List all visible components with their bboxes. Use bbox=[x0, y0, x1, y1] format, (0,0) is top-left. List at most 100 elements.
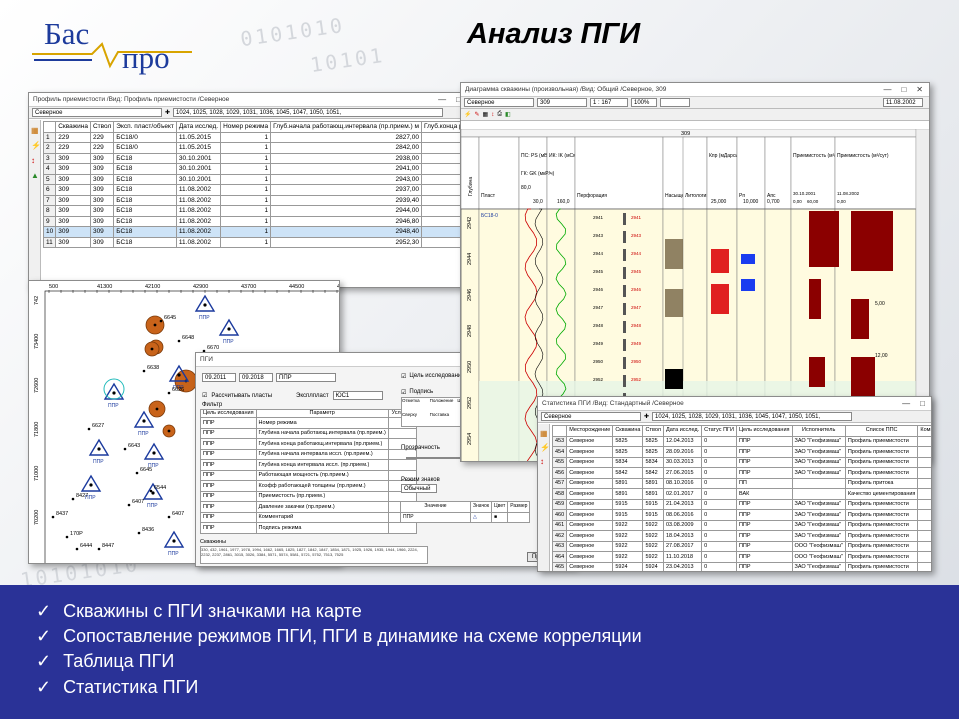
column-header[interactable]: Дата исслед. bbox=[175, 121, 222, 133]
maximize-button[interactable]: □ bbox=[901, 85, 906, 94]
table-row[interactable]: ППР Приемистость (пр.прием.) bbox=[200, 490, 417, 502]
mode-select[interactable]: Обычный bbox=[401, 484, 437, 493]
filter-icon[interactable]: ⚡ bbox=[31, 141, 41, 150]
table-row[interactable]: 11309309БС1811.08.200212952,302954,3013,… bbox=[42, 236, 467, 248]
chart-icon[interactable]: ▲ bbox=[31, 171, 39, 180]
pick-wells-icon[interactable]: ✚ bbox=[644, 413, 649, 420]
minimize-button[interactable]: — bbox=[438, 95, 446, 104]
table-row[interactable]: 456 Северное 5842 5842 27.06.2015 0 ППР ЗАО "Ге… bbox=[551, 467, 931, 479]
table-row[interactable]: ППР Номер режима bbox=[200, 417, 417, 429]
value-cell[interactable]: ППР bbox=[400, 511, 471, 523]
column-header[interactable]: Список ППС bbox=[844, 425, 919, 437]
column-header[interactable]: Параметр bbox=[255, 409, 389, 418]
well-select[interactable]: 309 bbox=[537, 98, 587, 107]
table-row[interactable]: 464 Северное 5922 5922 11.10.2018 0 ППР ООО "Ге… bbox=[551, 551, 931, 563]
color-swatch[interactable]: ■ bbox=[491, 511, 509, 523]
column-header[interactable]: Дата исслед. bbox=[662, 425, 703, 437]
layers-icon[interactable]: ◧ bbox=[505, 111, 511, 118]
table-row[interactable]: 7309309БС1811.08.200212939,402943,5027,0… bbox=[42, 194, 467, 206]
filter-icon[interactable]: ⚡ bbox=[464, 111, 471, 118]
table-row[interactable]: ППР Глубина конца интервала иссл. (пр.при… bbox=[200, 459, 417, 471]
edit-icon[interactable]: ✎ bbox=[474, 111, 479, 118]
column-header[interactable]: Месторождение bbox=[566, 425, 614, 437]
field-select[interactable]: Северное bbox=[464, 98, 534, 107]
table-icon[interactable]: ▦ bbox=[31, 126, 39, 135]
sort-icon[interactable]: ↕ bbox=[540, 457, 547, 466]
table-row[interactable]: 465 Северное 5924 5924 23.04.2013 0 ППР ЗАО "Ге… bbox=[551, 561, 931, 571]
research-checkbox[interactable]: ☑ bbox=[401, 373, 406, 380]
table-row[interactable]: 461 Северное 5922 5922 03.08.2009 0 ППР ЗАО "Ге… bbox=[551, 519, 931, 531]
pick-wells-icon[interactable]: ✚ bbox=[165, 109, 170, 116]
filter-icon[interactable]: ⚡ bbox=[540, 443, 550, 452]
table-row[interactable]: 458 Северное 5891 5891 02.01.2017 0 ВАК Качеств… bbox=[551, 488, 931, 500]
transparency-slider[interactable] bbox=[406, 457, 466, 459]
maximize-button[interactable]: □ bbox=[920, 399, 925, 408]
table-row[interactable]: 9309309БС1811.08.200212946,802948,405,00 bbox=[42, 215, 467, 227]
column-header[interactable]: Скважина bbox=[612, 425, 644, 437]
expl-select[interactable]: ЮС1 bbox=[332, 391, 383, 400]
date-select[interactable]: 11.08.2002 bbox=[883, 98, 923, 107]
column-header[interactable]: Скважина bbox=[55, 121, 91, 133]
table-row[interactable]: 8309309БС1811.08.200212944,002946,8036,0… bbox=[42, 205, 467, 217]
table-row[interactable]: 6309309БС1811.08.200212937,002939,4022,0… bbox=[42, 184, 467, 196]
table-row[interactable]: 462 Северное 5922 5922 18.04.2013 0 ППР ЗАО "Ге… bbox=[551, 530, 931, 542]
minimize-button[interactable]: — bbox=[883, 85, 891, 94]
table-row[interactable]: 10309309БС1811.08.200212948,402952,3012,… bbox=[42, 226, 467, 238]
column-header[interactable]: Исполнитель bbox=[791, 425, 846, 437]
table-row[interactable]: ППР Давление закачки (пр.прием.) bbox=[200, 501, 417, 513]
column-header[interactable]: Цель исследования bbox=[200, 409, 257, 418]
table-row[interactable]: 455 Северное 5834 5834 30.03.2013 0 ППР ЗАО "Ге… bbox=[551, 456, 931, 468]
table-row[interactable]: ППР Работающая мощность (пр.прием.) bbox=[200, 469, 417, 481]
table-row[interactable]: 457 Северное 5891 5891 08.10.2016 0 ПП Профиль … bbox=[551, 477, 931, 489]
close-icon[interactable]: ✕ bbox=[916, 85, 923, 94]
column-header[interactable]: Комментарии bbox=[917, 425, 931, 437]
table-row[interactable]: 4309309БС1830.10.200112941,002943,0055,2… bbox=[42, 163, 467, 175]
well-list-input[interactable]: 1024, 1025, 1028, 1029, 1031, 1036, 1045… bbox=[652, 412, 853, 421]
table-row[interactable]: 463 Северное 5922 5922 27.08.2017 0 ППР ООО "Ге… bbox=[551, 540, 931, 552]
column-header[interactable]: Значок bbox=[469, 501, 493, 513]
table-row[interactable]: ППР Глубина конца работающ.интервала (пр.… bbox=[200, 438, 417, 450]
column-header[interactable]: Значение bbox=[400, 501, 471, 513]
table-row[interactable]: 454 Северное 5825 5825 28.09.2016 0 ППР ЗАО "Ге… bbox=[551, 446, 931, 458]
size-cell[interactable] bbox=[507, 511, 531, 523]
column-header[interactable]: Ствол bbox=[642, 425, 664, 437]
table-row[interactable]: 5309309БС1830.10.200112943,002949,5038,4… bbox=[42, 173, 467, 185]
calc-plast-checkbox[interactable]: ☑ bbox=[202, 392, 207, 399]
table-icon[interactable]: ▦ bbox=[540, 429, 548, 438]
research-combo[interactable]: ППР bbox=[276, 373, 336, 382]
date-from-input[interactable]: 09.2011 bbox=[202, 373, 236, 382]
column-header[interactable]: Номер режима bbox=[220, 121, 272, 133]
table-row[interactable]: 2229229БС18/011.05.201512842,002846,3016… bbox=[42, 142, 467, 154]
sort-icon[interactable]: ↕ bbox=[491, 112, 494, 118]
well-list-input[interactable]: 1024, 1025, 1028, 1029, 1031, 1036, 1045… bbox=[173, 108, 444, 117]
table-row[interactable]: 459 Северное 5915 5915 21.04.2013 0 ППР ЗАО "Ге… bbox=[551, 498, 931, 510]
column-header[interactable]: Цвет bbox=[491, 501, 509, 513]
triangle-icon[interactable]: △ bbox=[469, 511, 493, 523]
table-row[interactable]: ППР Подпись режима bbox=[200, 522, 417, 534]
extra-select[interactable] bbox=[660, 98, 690, 107]
table-row[interactable]: 460 Северное 5915 5915 08.06.2016 0 ППР ЗАО "Ге… bbox=[551, 509, 931, 521]
table-icon[interactable]: ▦ bbox=[483, 111, 489, 118]
table-row[interactable]: 3309309БС1830.10.200112938,002941,0026,4… bbox=[42, 152, 467, 164]
date-to-input[interactable]: 09.2018 bbox=[239, 373, 273, 382]
column-header[interactable]: Глуб.начала работающ.интервала (пр.прием… bbox=[270, 121, 422, 133]
minimize-button[interactable]: — bbox=[902, 399, 910, 408]
print-icon[interactable]: ⎙ bbox=[497, 111, 502, 118]
table-row[interactable]: ППР Глубина начала интервала иссл. (пр.пр… bbox=[200, 448, 417, 460]
wells-list[interactable]: 330, 432, 1961, 1977, 1978, 1994, 1662, … bbox=[200, 546, 428, 564]
sign-checkbox[interactable]: ☑ bbox=[401, 389, 406, 396]
table-row[interactable]: 453 Северное 5825 5825 12.04.2013 0 ППР ЗАО "Ге… bbox=[551, 435, 931, 447]
field-select[interactable]: Северное bbox=[32, 108, 162, 117]
column-header[interactable]: Цель исследования bbox=[735, 425, 793, 437]
column-header[interactable]: Ствол bbox=[89, 121, 115, 133]
column-header[interactable]: Статус ПГИ bbox=[701, 425, 737, 437]
field-select[interactable]: Северное bbox=[541, 412, 641, 421]
table-row[interactable]: ППР Комментарий bbox=[200, 511, 417, 523]
table-row[interactable]: ППР Глубина начала работающ.интервала (пр… bbox=[200, 427, 417, 439]
table-row[interactable]: 1229229БС18/011.05.201512827,002828,6014… bbox=[42, 131, 467, 143]
column-header[interactable]: Размер bbox=[507, 501, 531, 513]
column-header[interactable]: Эксп. пласт/объект bbox=[113, 121, 177, 133]
table-row[interactable]: ППР Коэфф работающей толщины (пр.прием.) bbox=[200, 480, 417, 492]
scale-select[interactable]: 1 : 167 bbox=[590, 98, 628, 107]
sort-icon[interactable]: ↕ bbox=[31, 156, 38, 165]
